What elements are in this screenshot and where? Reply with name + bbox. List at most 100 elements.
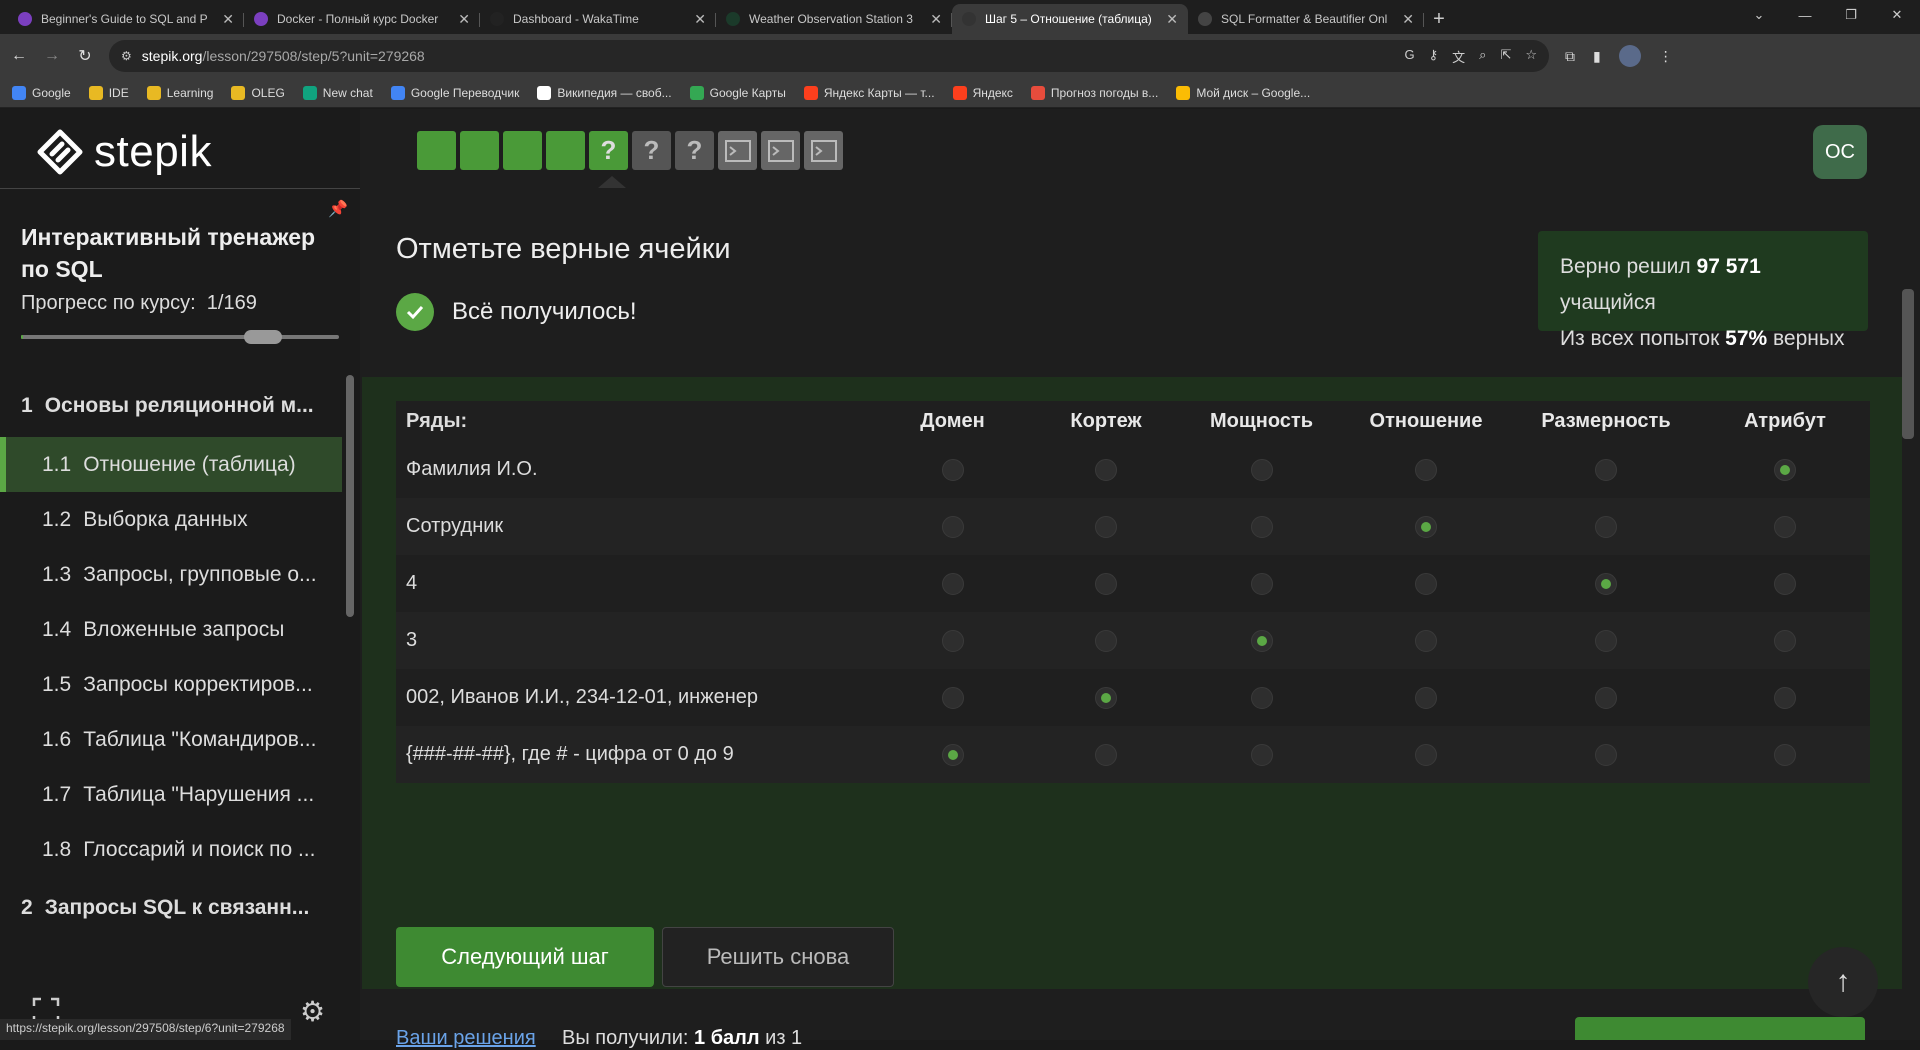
tab-close-icon[interactable]: ✕ [458, 11, 470, 28]
radio-button[interactable] [1250, 572, 1273, 595]
tab-close-icon[interactable]: ✕ [694, 11, 706, 28]
tab-close-icon[interactable]: ✕ [222, 11, 234, 28]
radio-button[interactable] [1250, 458, 1273, 481]
radio-button[interactable] [941, 743, 964, 766]
pin-icon[interactable]: 📌 [328, 199, 348, 219]
scroll-to-top-button[interactable]: ↑ [1808, 947, 1878, 1017]
profile-avatar[interactable] [1618, 45, 1641, 67]
radio-button[interactable] [1774, 515, 1796, 538]
course-title[interactable]: Интерактивный тренажер по SQL [21, 221, 341, 285]
bookmark-item[interactable]: Google Переводчик [390, 85, 519, 100]
minimize-button[interactable]: — [1782, 0, 1828, 30]
back-icon[interactable]: ← [5, 42, 33, 70]
your-solutions-link[interactable]: Ваши решения [396, 1027, 536, 1050]
browser-tab[interactable]: Weather Observation Station 3 ✕ [716, 4, 952, 34]
radio-button[interactable] [941, 572, 964, 595]
next-step-button[interactable]: Следующий шаг [396, 927, 654, 987]
tab-search-icon[interactable]: ⌄ [1736, 0, 1782, 30]
radio-button[interactable] [1095, 743, 1117, 766]
radio-button[interactable] [1095, 572, 1117, 595]
radio-button[interactable] [1595, 458, 1617, 481]
radio-button[interactable] [1095, 515, 1117, 538]
toc-lesson[interactable]: 1.3 Запросы, групповые о... [0, 547, 342, 602]
step-done[interactable] [460, 131, 499, 170]
radio-button[interactable] [941, 458, 964, 481]
radio-button[interactable] [1095, 629, 1117, 652]
toc-lesson[interactable]: 1.1 Отношение (таблица) [0, 437, 342, 492]
bookmark-star-icon[interactable]: ☆ [1525, 47, 1537, 66]
step-done[interactable] [546, 131, 585, 170]
step-done[interactable] [417, 131, 456, 170]
bookmark-item[interactable]: Прогноз погоды в... [1030, 85, 1158, 100]
share-icon[interactable]: ⇱ [1500, 47, 1511, 66]
page-scrollbar[interactable] [1902, 289, 1914, 439]
tab-close-icon[interactable]: ✕ [930, 11, 942, 28]
forward-icon[interactable]: → [38, 42, 66, 70]
radio-button[interactable] [1250, 629, 1273, 652]
radio-button[interactable] [1250, 686, 1273, 709]
settings-gear-icon[interactable]: ⚙ [300, 995, 325, 1028]
bookmark-item[interactable]: Мой диск – Google... [1176, 85, 1310, 100]
toc-lesson[interactable]: 1.5 Запросы корректиров... [0, 657, 342, 712]
address-bar[interactable]: ⚙ stepik.org/lesson/297508/step/5?unit=2… [109, 40, 1549, 72]
translate-icon[interactable]: 文 [1452, 47, 1465, 66]
radio-button[interactable] [1250, 515, 1273, 538]
toc-lesson[interactable]: 1.7 Таблица "Нарушения ... [0, 767, 342, 822]
bookmark-item[interactable]: New chat [302, 85, 373, 100]
radio-button[interactable] [1774, 629, 1796, 652]
browser-tab[interactable]: Dashboard - WakaTime ✕ [480, 4, 716, 34]
radio-button[interactable] [1595, 515, 1617, 538]
retry-button[interactable]: Решить снова [662, 927, 894, 987]
step-q[interactable]: ? [632, 131, 671, 170]
radio-button[interactable] [1774, 458, 1796, 481]
toc-lesson[interactable]: 1.8 Глоссарий и поиск по ... [0, 822, 342, 877]
radio-button[interactable] [1595, 629, 1617, 652]
close-window-button[interactable]: ✕ [1874, 0, 1920, 30]
bookmark-item[interactable]: IDE [88, 85, 129, 100]
radio-button[interactable] [1774, 743, 1796, 766]
sidebar-scrollbar[interactable] [346, 375, 354, 617]
browser-tab[interactable]: Docker - Полный курс Docker ✕ [244, 4, 480, 34]
radio-button[interactable] [1774, 686, 1796, 709]
tab-close-icon[interactable]: ✕ [1166, 11, 1178, 28]
toc-module[interactable]: 2 Запросы SQL к связанн... [0, 877, 342, 939]
tab-close-icon[interactable]: ✕ [1402, 11, 1414, 28]
step-code[interactable] [718, 131, 757, 170]
radio-button[interactable] [1595, 686, 1617, 709]
toc-lesson[interactable]: 1.2 Выборка данных [0, 492, 342, 547]
radio-button[interactable] [1095, 686, 1117, 709]
radio-button[interactable] [1095, 458, 1117, 481]
reload-icon[interactable]: ↻ [71, 42, 99, 70]
browser-tab[interactable]: Шаг 5 – Отношение (таблица) ✕ [952, 4, 1188, 34]
radio-button[interactable] [941, 629, 964, 652]
radio-button[interactable] [941, 515, 964, 538]
radio-button[interactable] [1415, 686, 1437, 709]
bookmark-item[interactable]: Википедия — своб... [537, 85, 672, 100]
bookmark-item[interactable]: Яндекс [952, 85, 1013, 100]
toc-lesson[interactable]: 1.6 Таблица "Командиров... [0, 712, 342, 767]
browser-tab[interactable]: Beginner's Guide to SQL and P ✕ [8, 4, 244, 34]
browser-tab[interactable]: SQL Formatter & Beautifier Onl ✕ [1188, 4, 1424, 34]
site-info-icon[interactable]: ⚙ [121, 49, 132, 63]
bookmark-item[interactable]: Google [12, 85, 71, 100]
radio-button[interactable] [1250, 743, 1273, 766]
menu-icon[interactable]: ⋮ [1659, 48, 1673, 65]
google-icon[interactable]: G [1404, 47, 1414, 66]
radio-button[interactable] [1415, 458, 1437, 481]
zoom-icon[interactable]: ⌕ [1479, 47, 1486, 66]
bookmark-item[interactable]: OLEG [231, 85, 285, 100]
step-code[interactable] [761, 131, 800, 170]
step-current[interactable]: ? [589, 131, 628, 170]
toc-lesson[interactable]: 1.4 Вложенные запросы [0, 602, 342, 657]
step-done[interactable] [503, 131, 542, 170]
radio-button[interactable] [1415, 572, 1437, 595]
radio-button[interactable] [1595, 743, 1617, 766]
bookmark-item[interactable]: Яндекс Карты — т... [803, 85, 935, 100]
toc-module[interactable]: 1 Основы реляционной м... [0, 375, 342, 437]
radio-button[interactable] [1415, 743, 1437, 766]
bookmark-item[interactable]: Learning [146, 85, 213, 100]
bookmark-item[interactable]: Google Карты [689, 85, 786, 100]
radio-button[interactable] [1595, 572, 1617, 595]
restore-button[interactable]: ❐ [1828, 0, 1874, 30]
key-icon[interactable]: ⚷ [1429, 47, 1439, 66]
